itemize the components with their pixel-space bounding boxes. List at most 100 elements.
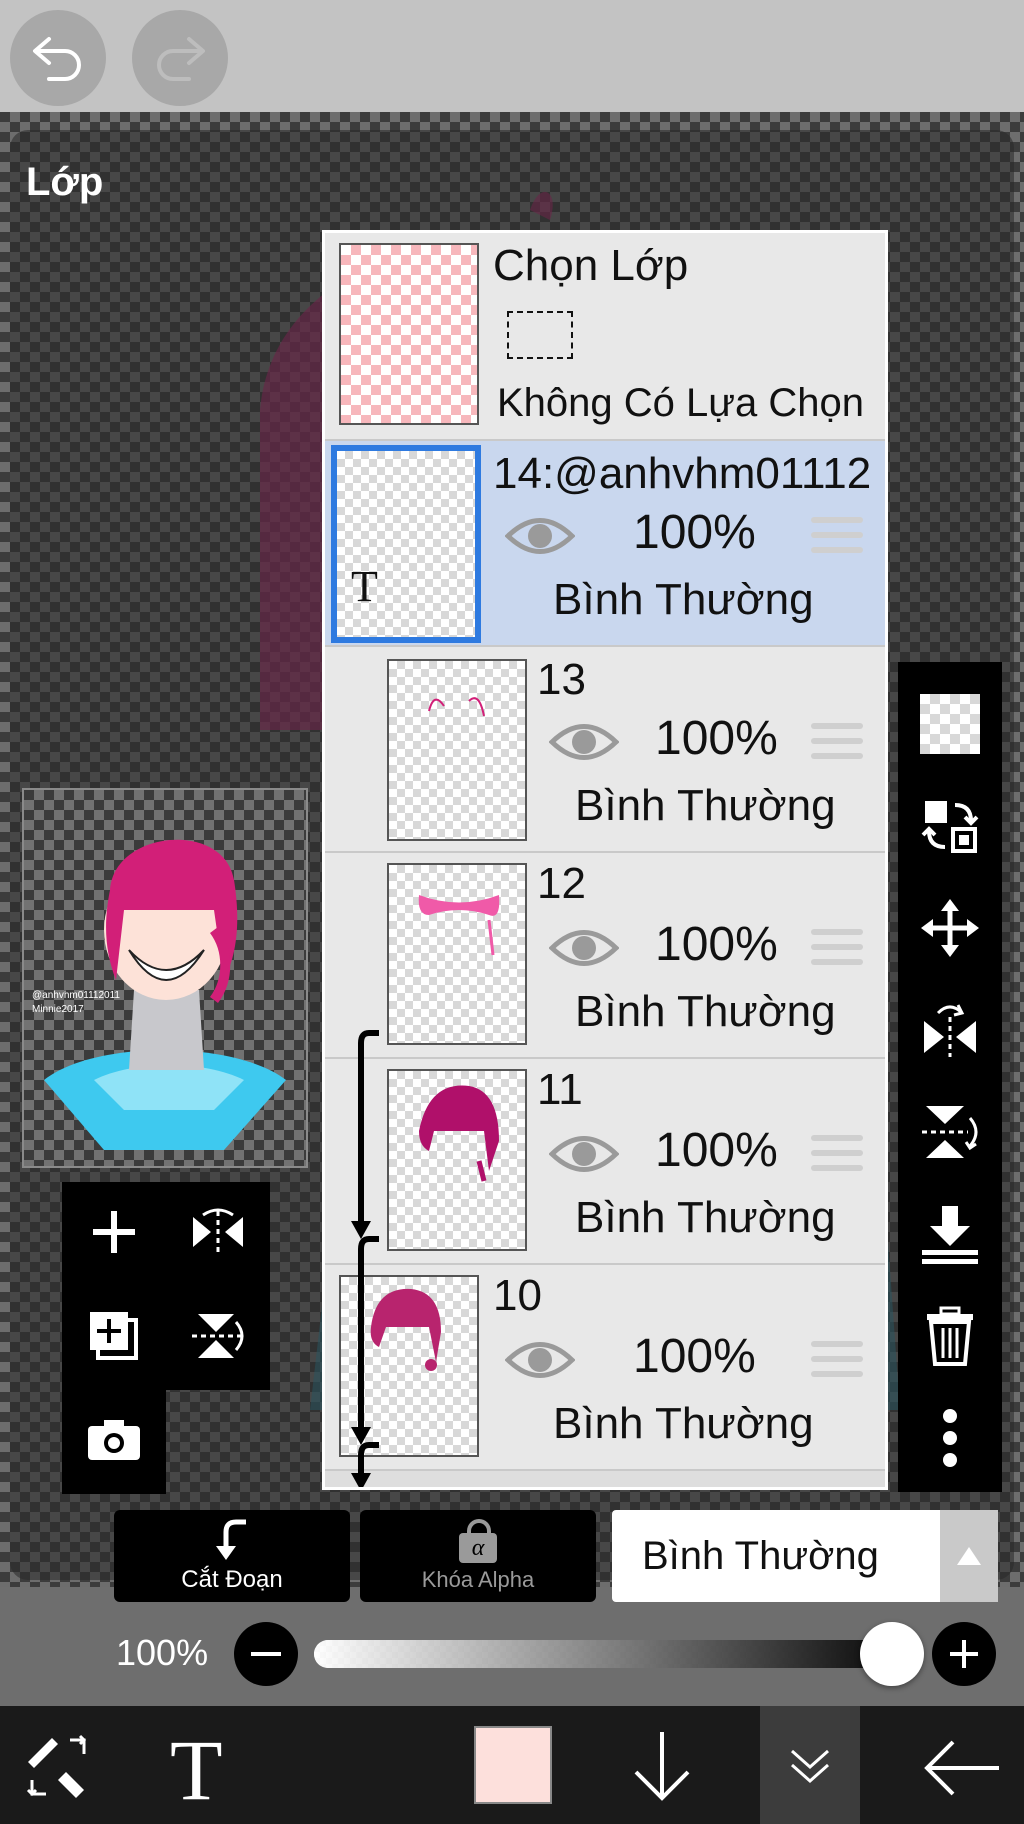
selection-marquee-icon: [507, 311, 573, 359]
rotate-flip-button[interactable]: [166, 1286, 270, 1386]
alpha-lock-label: Khóa Alpha: [421, 1567, 535, 1592]
selection-row[interactable]: Chọn Lớp Không Có Lựa Chọn: [325, 233, 885, 441]
brush-eraser-button[interactable]: [20, 1728, 100, 1808]
duplicate-layer-button[interactable]: [62, 1286, 166, 1386]
duplicate-layer-icon: [90, 1312, 138, 1360]
move-icon: [921, 899, 979, 957]
bottom-toolbar: T: [0, 1706, 1024, 1824]
text-tool-button[interactable]: T: [170, 1720, 223, 1820]
add-layer-icon: [93, 1211, 135, 1253]
drag-handle-icon[interactable]: [811, 723, 863, 767]
flip-vertical-icon: [922, 1106, 978, 1158]
eye-icon[interactable]: [505, 1335, 575, 1385]
color-swatch[interactable]: [474, 1726, 552, 1804]
rotate-flip-icon: [192, 1314, 244, 1358]
layer-row-14[interactable]: T 14:@anhvhm01112 100% Bình Thường: [325, 441, 885, 647]
layer-14-blend: Bình Thường: [553, 575, 814, 624]
arrow-down-icon: [634, 1732, 690, 1801]
layer-12-thumbnail: [387, 863, 527, 1045]
eye-icon[interactable]: [549, 717, 619, 767]
layer-row-10[interactable]: 10 100% Bình Thường: [325, 1265, 885, 1471]
layer-10-blend: Bình Thường: [553, 1399, 814, 1448]
eye-icon[interactable]: [549, 923, 619, 973]
trash-icon: [927, 1306, 973, 1366]
text-layer-icon: T: [351, 562, 378, 611]
layer-14-thumbnail: T: [331, 445, 481, 643]
layer-12-opacity: 100%: [655, 918, 778, 971]
camera-button[interactable]: [62, 1390, 166, 1490]
layer-row-12[interactable]: 12 100% Bình Thường: [325, 853, 885, 1059]
drag-handle-icon[interactable]: [811, 1341, 863, 1385]
layer-12-blend: Bình Thường: [575, 987, 836, 1036]
redo-button[interactable]: [132, 10, 228, 106]
blend-mode-dropdown-button[interactable]: [940, 1510, 998, 1602]
drag-handle-icon[interactable]: [811, 517, 863, 561]
layer-11-opacity: 100%: [655, 1124, 778, 1177]
layer-row-partial[interactable]: [325, 1471, 885, 1487]
selection-title: Chọn Lớp: [493, 241, 689, 290]
merge-down-button[interactable]: [898, 1188, 1002, 1280]
add-layer-button[interactable]: [62, 1182, 166, 1282]
blend-mode-select[interactable]: Bình Thường: [612, 1510, 940, 1602]
alpha-glyph: α: [459, 1533, 497, 1563]
mirror-button[interactable]: [166, 1182, 270, 1282]
undo-button[interactable]: [10, 10, 106, 106]
eye-icon[interactable]: [549, 1129, 619, 1179]
layer-10-opacity: 100%: [633, 1330, 756, 1383]
lock-icon: α: [459, 1519, 497, 1563]
drag-handle-icon[interactable]: [811, 929, 863, 973]
alpha-lock-button[interactable]: α Khóa Alpha: [360, 1510, 596, 1602]
flip-vertical-button[interactable]: [898, 1086, 1002, 1178]
opacity-decrease-button[interactable]: [234, 1622, 298, 1686]
layer-swap-icon: [921, 801, 979, 853]
preview-watermark-1: @anhvhm01112011: [32, 990, 120, 1001]
more-button[interactable]: [898, 1392, 1002, 1484]
layer-swap-button[interactable]: [898, 780, 1002, 872]
layer-14-name: 14:@anhvhm01112: [493, 449, 872, 498]
layer-13-blend: Bình Thường: [575, 781, 836, 830]
panel-title: Lớp: [26, 160, 104, 204]
layer-12-name: 12: [537, 859, 586, 908]
eraser-brush-icon: [26, 1734, 87, 1798]
back-arrow-icon: [924, 1740, 999, 1796]
flip-horizontal-icon: [924, 1004, 976, 1057]
layer-11-thumbnail: [387, 1069, 527, 1251]
collapse-panel-button[interactable]: [760, 1706, 860, 1824]
selection-status: Không Có Lựa Chọn: [497, 381, 865, 425]
mirror-icon: [193, 1208, 243, 1253]
plus-icon: [950, 1640, 978, 1668]
preview-watermark-2: Minnie2017: [32, 1004, 84, 1015]
layers-panel: Chọn Lớp Không Có Lựa Chọn T 14:@anhvhm0…: [322, 230, 888, 1490]
top-toolbar: [0, 0, 1024, 112]
transparent-button[interactable]: [898, 678, 1002, 770]
layer-down-button[interactable]: [622, 1726, 702, 1806]
layer-13-name: 13: [537, 655, 586, 704]
minus-icon: [251, 1652, 281, 1656]
layer-row-13[interactable]: 13 100% Bình Thường: [325, 647, 885, 853]
more-vertical-icon: [943, 1409, 957, 1467]
canvas-preview[interactable]: @anhvhm01112011 Minnie2017: [22, 788, 308, 1168]
layer-13-thumbnail: [387, 659, 527, 841]
right-toolbar: [898, 662, 1002, 1492]
flip-horizontal-button[interactable]: [898, 984, 1002, 1076]
opacity-label: 100%: [116, 1632, 209, 1673]
eye-icon[interactable]: [505, 511, 575, 561]
undo-icon: [33, 37, 81, 81]
layer-14-opacity: 100%: [633, 506, 756, 559]
layer-11-name: 11: [537, 1065, 583, 1114]
opacity-increase-button[interactable]: [932, 1622, 996, 1686]
move-button[interactable]: [898, 882, 1002, 974]
clipping-label: Cắt Đoạn: [181, 1566, 283, 1593]
clipping-button[interactable]: Cắt Đoạn: [114, 1510, 350, 1602]
layer-11-blend: Bình Thường: [575, 1193, 836, 1242]
opacity-slider-thumb[interactable]: [860, 1622, 924, 1686]
clip-arrow-icon: [216, 1519, 246, 1560]
transparent-checker-icon: [920, 694, 980, 754]
delete-layer-button[interactable]: [898, 1290, 1002, 1382]
back-button[interactable]: [918, 1728, 1008, 1808]
triangle-up-icon: [957, 1547, 981, 1565]
layer-row-11[interactable]: 11 100% Bình Thường: [325, 1059, 885, 1265]
drag-handle-icon[interactable]: [811, 1135, 863, 1179]
opacity-slider-track[interactable]: [314, 1640, 914, 1668]
layer-10-name: 10: [493, 1271, 542, 1320]
